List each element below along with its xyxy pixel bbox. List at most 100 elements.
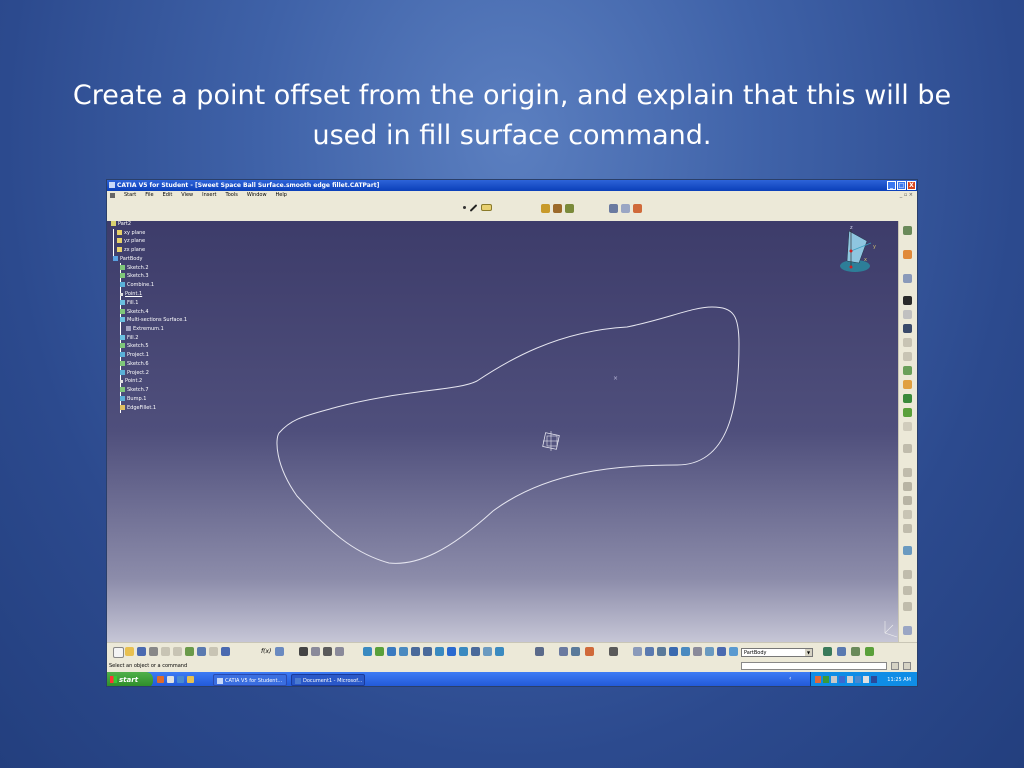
zoom-out-icon[interactable] — [423, 647, 432, 656]
display-icon[interactable] — [855, 676, 861, 683]
start-button[interactable]: start — [107, 672, 153, 686]
groove-icon[interactable] — [903, 310, 912, 319]
ie-icon[interactable] — [177, 676, 184, 683]
mirror-icon[interactable] — [903, 524, 912, 533]
command-clear-button[interactable] — [891, 662, 899, 670]
tree-item-sketch-3[interactable]: Sketch.3 — [120, 273, 149, 280]
tree-item-yz-plane[interactable]: yz plane — [117, 238, 145, 245]
redo-icon[interactable] — [209, 647, 218, 656]
tree-item-sketch-7[interactable]: Sketch.7 — [120, 387, 149, 394]
outlook-icon[interactable] — [167, 676, 174, 683]
menu-edit[interactable]: Edit — [163, 191, 173, 200]
current-body-select[interactable]: PartBody ▼ — [741, 648, 813, 657]
join-icon[interactable] — [851, 647, 860, 656]
help-icon[interactable] — [221, 647, 230, 656]
surface-icon[interactable] — [823, 647, 832, 656]
tree-item-fill-2[interactable]: Fill.2 — [120, 335, 138, 342]
task-catia[interactable]: CATIA V5 for Student... — [213, 674, 287, 686]
document-window-controls[interactable]: _ ▫ × — [900, 191, 913, 200]
bluetooth-icon[interactable] — [839, 676, 845, 683]
shield-icon[interactable] — [871, 676, 877, 683]
tree-item-sketch-4[interactable]: Sketch.4 — [120, 309, 149, 316]
tree-item-extremum-1[interactable]: Extremum.1 — [126, 326, 164, 333]
tree-item-edgefillet-1[interactable]: EdgeFillet.1 — [120, 405, 156, 412]
new-icon[interactable] — [113, 647, 124, 658]
tray-chevron-icon[interactable]: ‹ — [789, 675, 791, 682]
body-insert-icon[interactable] — [323, 647, 332, 656]
shell-icon[interactable] — [903, 408, 912, 417]
save-icon[interactable] — [137, 647, 146, 656]
iso-view-icon[interactable] — [447, 647, 456, 656]
check-icon[interactable] — [693, 647, 702, 656]
close-button[interactable]: X — [907, 181, 916, 190]
menu-insert[interactable]: Insert — [202, 191, 216, 200]
tree-item-fill-1[interactable]: Fill.1 — [120, 300, 138, 307]
material-icon[interactable] — [585, 647, 594, 656]
render-icon[interactable] — [633, 647, 642, 656]
catalog-icon[interactable] — [299, 647, 308, 656]
multi-view-icon[interactable] — [495, 647, 504, 656]
tree-item-project-1[interactable]: Project.1 — [120, 352, 149, 359]
point-tool-icon[interactable] — [463, 206, 466, 209]
fill-boundary-curve[interactable] — [276, 306, 740, 564]
shading-edges-icon[interactable] — [553, 204, 562, 213]
3d-viewport[interactable]: × z y x Part2 xy plane yz plane zx plane… — [107, 221, 901, 642]
draft-icon[interactable] — [903, 394, 912, 403]
apply-material-icon[interactable] — [633, 204, 642, 213]
tree-item-zx-plane[interactable]: zx plane — [117, 247, 145, 254]
axis-system-tool-icon[interactable] — [559, 647, 568, 656]
document-menu-icon[interactable] — [110, 193, 115, 198]
chevron-down-icon[interactable]: ▼ — [805, 649, 812, 656]
view-mode-icon[interactable] — [459, 647, 468, 656]
open-icon[interactable] — [125, 647, 134, 656]
undo-icon[interactable] — [197, 647, 206, 656]
rotate-icon[interactable] — [399, 647, 408, 656]
split-icon[interactable] — [903, 444, 912, 453]
tree-item-part[interactable]: Part2 — [111, 221, 131, 228]
pan-icon[interactable] — [387, 647, 396, 656]
normal-view-icon[interactable] — [435, 647, 444, 656]
shaft-icon[interactable] — [903, 296, 912, 305]
menu-start[interactable]: Start — [124, 191, 136, 200]
constraint-icon[interactable] — [903, 586, 912, 595]
capture-icon[interactable] — [609, 647, 618, 656]
chamfer-icon[interactable] — [903, 380, 912, 389]
copy-icon[interactable] — [173, 647, 182, 656]
paste-icon[interactable] — [185, 647, 194, 656]
menu-file[interactable]: File — [145, 191, 153, 200]
design-table-icon[interactable] — [717, 647, 726, 656]
zoom-in-icon[interactable] — [411, 647, 420, 656]
tree-item-project-2[interactable]: Project.2 — [120, 370, 149, 377]
cut-icon[interactable] — [161, 647, 170, 656]
fillet-icon[interactable] — [903, 366, 912, 375]
printer-tray-icon[interactable] — [847, 676, 853, 683]
formula-icon[interactable]: f(x) — [261, 647, 273, 656]
tree-item-partbody[interactable]: PartBody — [113, 256, 143, 263]
slot-icon[interactable] — [903, 352, 912, 361]
healing-icon[interactable] — [865, 647, 874, 656]
annotation-icon[interactable] — [903, 602, 912, 611]
hole-icon[interactable] — [903, 324, 912, 333]
boolean-icon[interactable] — [903, 570, 912, 579]
tree-item-xy-plane[interactable]: xy plane — [117, 230, 145, 237]
search-icon[interactable] — [621, 204, 630, 213]
wireframe-icon[interactable] — [565, 204, 574, 213]
command-run-button[interactable] — [903, 662, 911, 670]
tree-item-sketch-6[interactable]: Sketch.6 — [120, 361, 149, 368]
menu-help[interactable]: Help — [276, 191, 287, 200]
translate-icon[interactable] — [903, 510, 912, 519]
pocket-icon[interactable] — [903, 274, 912, 283]
explorer-icon[interactable] — [187, 676, 194, 683]
parameter-icon[interactable] — [669, 647, 678, 656]
rule-icon[interactable] — [681, 647, 690, 656]
insert-body-icon[interactable] — [729, 647, 738, 656]
update-icon[interactable] — [535, 647, 544, 656]
swap-space-icon[interactable] — [483, 647, 492, 656]
sphere-icon[interactable] — [645, 647, 654, 656]
tree-item-sketch-5[interactable]: Sketch.5 — [120, 343, 149, 350]
reaction-icon[interactable] — [705, 647, 714, 656]
hide-show-icon[interactable] — [471, 647, 480, 656]
close-surface-icon[interactable] — [903, 482, 912, 491]
shading-icon[interactable] — [541, 204, 550, 213]
plane-tool-icon[interactable] — [481, 204, 492, 211]
